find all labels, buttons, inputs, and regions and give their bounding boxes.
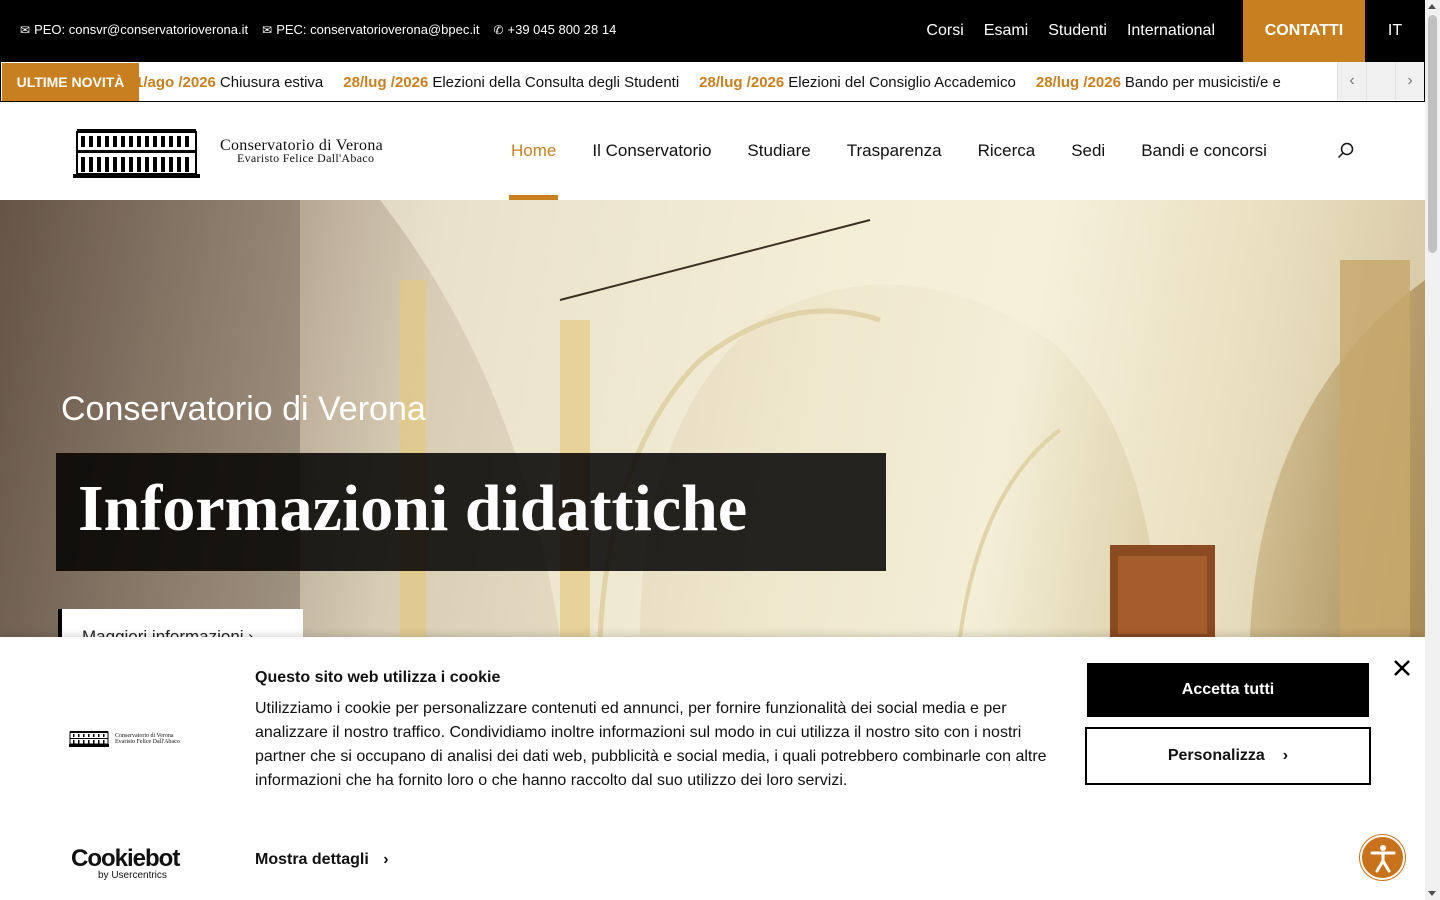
ticker-text: Elezioni della Consulta degli Studenti (432, 73, 680, 91)
chevron-left-icon: ‹ (1349, 72, 1355, 89)
accessibility-button[interactable] (1360, 835, 1405, 880)
nav-ricerca[interactable]: Ricerca (978, 102, 1036, 200)
cookie-logo-line2: Evaristo Felice Dall'Abaco (115, 738, 180, 745)
chevron-right-icon: › (383, 851, 389, 868)
ticker-text: Elezioni del Consiglio Accademico (788, 73, 1016, 91)
chevron-right-icon: › (1282, 747, 1289, 764)
ticker-next-button[interactable]: › (1395, 62, 1424, 100)
scrollbar[interactable] (1425, 0, 1440, 900)
ticker-date: 28/lug /2026 (699, 73, 785, 91)
nav-trasparenza[interactable]: Trasparenza (847, 102, 942, 200)
phone-icon: ✆ (493, 22, 504, 37)
building-logo-icon (69, 731, 109, 747)
site-logo[interactable]: Conservatorio di Verona Evaristo Felice … (73, 126, 383, 178)
pec-text: PEC: conservatorioverona@bpec.it (276, 22, 480, 37)
nav-bandi-e-concorsi[interactable]: Bandi e concorsi (1141, 102, 1267, 200)
ticker-text: Bando per musicisti/e e (1124, 73, 1281, 91)
show-details-label: Mostra dettagli (255, 851, 369, 868)
ticker-prev-button[interactable]: ‹ (1337, 62, 1366, 100)
nav-il-conservatorio[interactable]: Il Conservatorio (592, 102, 711, 200)
contact-info: ✉ PEO: consvr@conservatorioverona.it ✉ P… (20, 22, 616, 37)
ticker-item[interactable]: 28/lug /2026 Elezioni della Consulta degl… (343, 74, 679, 91)
main-nav: Home Il Conservatorio Studiare Trasparen… (508, 102, 1303, 200)
ticker-date: 1/ago /2026 (139, 73, 216, 91)
scrollbar-thumb[interactable] (1428, 15, 1437, 253)
hero-title-box: Informazioni didattiche (56, 453, 886, 571)
scroll-down-arrow[interactable] (1428, 891, 1436, 896)
building-logo-icon (73, 129, 200, 178)
logo-text: Conservatorio di Verona Evaristo Felice … (220, 138, 383, 165)
cookiebot-logo[interactable]: Cookiebot by Usercentrics (71, 845, 180, 881)
hero-kicker: Conservatorio di Verona (61, 390, 426, 428)
contatti-button[interactable]: CONTATTI (1243, 0, 1365, 62)
cookiebot-name: Cookiebot (71, 845, 180, 872)
cookie-site-logo: Conservatorio di Verona Evaristo Felice … (69, 730, 180, 747)
more-info-button[interactable]: Maggiori informazioni › (58, 609, 303, 637)
language-selector[interactable]: IT (1365, 22, 1425, 40)
hero-title: Informazioni didattiche (78, 472, 748, 545)
cookie-logo-text: Conservatorio di Verona Evaristo Felice … (115, 733, 180, 745)
ticker-label: ULTIME NOVITÀ (2, 63, 139, 101)
site-header: Conservatorio di Verona Evaristo Felice … (0, 102, 1425, 200)
ticker-arrows: ‹ › (1337, 62, 1424, 101)
top-nav-studenti[interactable]: Studenti (1048, 22, 1107, 40)
ticker-items: 1/ago /2026 Chiusura estiva 28/lug /2026 E… (139, 62, 1334, 101)
scroll-up-arrow[interactable] (1428, 4, 1436, 9)
phone-text: +39 045 800 28 14 (507, 22, 617, 37)
top-nav-esami[interactable]: Esami (984, 22, 1028, 40)
top-nav-international[interactable]: International (1127, 22, 1215, 40)
ticker-pause-button[interactable] (1366, 62, 1395, 100)
pec-contact[interactable]: ✉ PEC: conservatorioverona@bpec.it (262, 22, 479, 37)
cookie-logo-line1: Conservatorio di Verona (115, 732, 174, 739)
peo-contact[interactable]: ✉ PEO: consvr@conservatorioverona.it (20, 22, 248, 37)
news-ticker: ULTIME NOVITÀ 1/ago /2026 Chiusura estiva… (0, 62, 1425, 102)
phone-contact[interactable]: ✆ +39 045 800 28 14 (493, 22, 616, 37)
top-nav: Corsi Esami Studenti International CONTA… (926, 0, 1425, 62)
nav-sedi[interactable]: Sedi (1071, 102, 1105, 200)
cookie-heading: Questo sito web utilizza i cookie (255, 669, 501, 686)
top-bar: ✉ PEO: consvr@conservatorioverona.it ✉ P… (0, 0, 1425, 62)
top-nav-corsi[interactable]: Corsi (926, 22, 963, 40)
envelope-open-icon: ✉ (262, 22, 273, 37)
customize-label: Personalizza (1167, 747, 1265, 764)
search-icon[interactable] (1337, 142, 1355, 160)
ticker-date: 28/lug /2026 (1035, 73, 1121, 91)
nav-home[interactable]: Home (508, 102, 559, 200)
nav-studiare[interactable]: Studiare (747, 102, 810, 200)
cookie-body: Utilizziamo i cookie per personalizzare … (255, 700, 1047, 789)
envelope-icon: ✉ (20, 22, 31, 37)
peo-text: PEO: consvr@conservatorioverona.it (34, 22, 249, 37)
show-details-link[interactable]: Mostra dettagli › (255, 851, 389, 869)
ticker-text: Chiusura estiva (219, 73, 324, 91)
hero-banner: Conservatorio di Verona Informazioni did… (0, 200, 1425, 637)
ticker-date: 28/lug /2026 (343, 73, 429, 91)
ticker-item[interactable]: 28/lug /2026 Bando per musicisti/e e (1036, 74, 1281, 91)
cookie-banner: Conservatorio di Verona Evaristo Felice … (0, 637, 1425, 900)
ticker-item[interactable]: 1/ago /2026 Chiusura estiva (139, 74, 323, 91)
ticker-item[interactable]: 28/lug /2026 Elezioni del Consiglio Accad… (699, 74, 1016, 91)
chevron-right-icon: › (1407, 72, 1413, 89)
accessibility-icon (1370, 844, 1395, 872)
logo-line2: Evaristo Felice Dall'Abaco (237, 151, 375, 165)
accept-all-button[interactable]: Accetta tutti (1087, 663, 1369, 717)
close-icon[interactable] (1391, 657, 1413, 679)
customize-button[interactable]: Personalizza › (1085, 727, 1371, 785)
